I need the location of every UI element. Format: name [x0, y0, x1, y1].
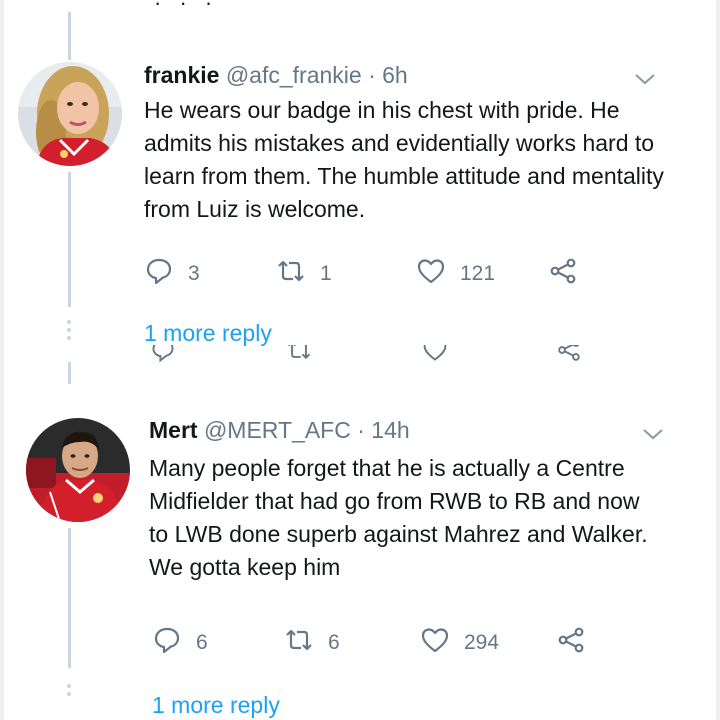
like-count: 294 [464, 631, 500, 654]
tweet-header: frankie @afc_frankie · 6h [144, 61, 408, 89]
like-count: 697 [464, 345, 499, 349]
reply-icon [152, 345, 174, 363]
tweet-actions: 3 1 121 [144, 256, 604, 292]
display-name[interactable]: Mert [149, 417, 198, 443]
share-icon [548, 256, 578, 292]
like-count: 121 [460, 262, 496, 285]
tweet-actions: 6 6 294 [152, 625, 612, 661]
retweet-icon [276, 256, 306, 292]
share-button[interactable] [556, 345, 582, 363]
user-handle[interactable]: @MERT_AFC [204, 417, 351, 443]
chevron-down-icon[interactable] [640, 421, 666, 447]
retweet-icon [284, 625, 314, 661]
avatar[interactable] [26, 418, 130, 522]
reply-button[interactable]: 6 [152, 625, 208, 661]
thread-dots [67, 320, 72, 344]
display-name[interactable]: frankie [144, 62, 219, 88]
chevron-down-icon[interactable] [632, 66, 658, 92]
tweet-timestamp[interactable]: · 6h [368, 62, 408, 88]
retweet-icon [287, 345, 311, 360]
share-icon [558, 345, 580, 361]
avatar[interactable] [18, 62, 122, 166]
reply-icon [152, 625, 182, 661]
heart-icon [423, 345, 447, 361]
heart-icon [416, 256, 446, 292]
avatar-image [26, 418, 130, 522]
thread-line-frankie [68, 172, 71, 307]
tweet-timestamp[interactable]: · 14h [357, 417, 409, 443]
share-icon [556, 625, 586, 661]
more-reply-link[interactable]: 1 more reply [144, 320, 272, 347]
partial-tweet-actions: 7 41 697 [144, 345, 604, 371]
like-button[interactable]: 697 [422, 345, 499, 363]
reply-count: 7 [196, 345, 208, 349]
retweet-count: 1 [320, 262, 332, 285]
tweet-text: He wears our badge in his chest with pri… [144, 97, 664, 222]
reply-count: 6 [196, 631, 208, 654]
cut-off-tweet-text: · · · [154, 0, 614, 10]
retweet-button[interactable]: 6 [284, 625, 340, 661]
twitter-thread-screen: · · · [0, 0, 720, 720]
reply-icon [144, 256, 174, 292]
thread-line-peek [68, 362, 71, 384]
retweet-count: 41 [330, 345, 353, 349]
reply-button[interactable]: 3 [144, 256, 200, 292]
share-button[interactable] [556, 625, 586, 661]
reply-count: 3 [188, 262, 200, 285]
reply-button[interactable]: 7 [150, 345, 208, 363]
thread-line-mert [68, 528, 71, 668]
user-handle[interactable]: @afc_frankie [226, 62, 362, 88]
retweet-count: 6 [328, 631, 340, 654]
thread-dots [67, 684, 72, 700]
heart-icon [420, 625, 450, 661]
share-button[interactable] [548, 256, 578, 292]
more-reply-link[interactable]: 1 more reply [152, 692, 280, 719]
thread-line-top [68, 12, 71, 60]
avatar-image [18, 62, 122, 166]
tweet-header: Mert @MERT_AFC · 14h [149, 416, 410, 444]
like-button[interactable]: 294 [420, 625, 499, 661]
retweet-button[interactable]: 41 [286, 345, 353, 363]
like-button[interactable]: 121 [416, 256, 495, 292]
retweet-button[interactable]: 1 [276, 256, 332, 292]
tweet-text: Many people forget that he is actually a… [149, 455, 648, 580]
